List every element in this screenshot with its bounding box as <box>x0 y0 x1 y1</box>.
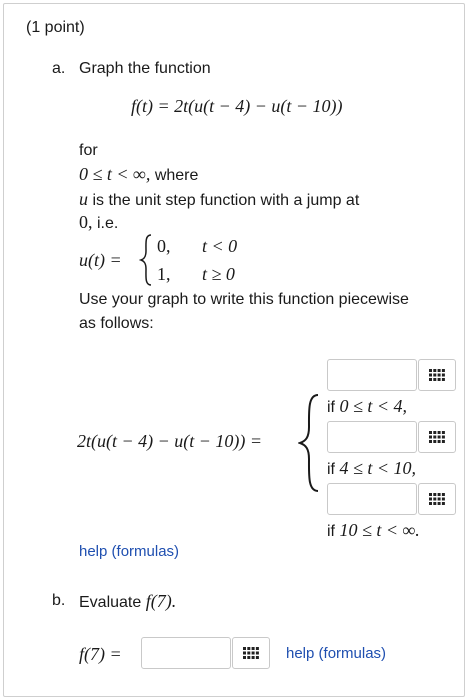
piece-3-condition: if 10 ≤ t < ∞. <box>327 520 420 542</box>
keypad-grid-icon <box>243 647 259 659</box>
part-b-answer-input[interactable] <box>141 637 231 669</box>
piece-1-range: 0 ≤ t < 4, <box>339 396 407 416</box>
function-definition: f(t) = 2t(u(t − 4) − u(t − 10)) <box>131 96 343 116</box>
unit-step-line: u is the unit step function with a jump … <box>79 189 359 211</box>
u-definition-lhs: u(t) = <box>79 250 122 270</box>
part-b-expression: f(7). <box>145 591 177 611</box>
jump-point-line: 0, i.e. <box>79 212 118 234</box>
piece-3-if: if <box>327 523 335 540</box>
u-case1-value: 0, <box>157 236 171 256</box>
part-a-label: a. <box>52 60 66 77</box>
piece-1-condition: if 0 ≤ t < 4, <box>327 396 407 418</box>
unit-step-description: is the unit step function with a jump at <box>92 192 360 209</box>
piecewise-instruction-2: as follows: <box>79 315 154 332</box>
piecewise-lhs: 2t(u(t − 4) − u(t − 10)) = <box>77 431 263 451</box>
piece-3-range: 10 ≤ t < ∞. <box>339 520 420 540</box>
piece-3-keypad-button[interactable] <box>418 483 456 515</box>
piece-2-condition: if 4 ≤ t < 10, <box>327 458 416 480</box>
part-b-keypad-button[interactable] <box>232 637 270 669</box>
for-label: for <box>79 142 98 159</box>
piece-2-if: if <box>327 461 335 478</box>
u-case2-value: 1, <box>157 264 171 284</box>
piece-2-range: 4 ≤ t < 10, <box>339 458 416 478</box>
piecewise-brace <box>298 394 319 492</box>
piece-1-keypad-button[interactable] <box>418 359 456 391</box>
part-b-label: b. <box>52 592 66 609</box>
points-label: (1 point) <box>26 19 85 36</box>
piece-1-if: if <box>327 399 335 416</box>
piece-2-keypad-button[interactable] <box>418 421 456 453</box>
keypad-grid-icon <box>429 431 445 443</box>
ie-label: i.e. <box>96 215 119 232</box>
u-variable: u <box>79 189 88 209</box>
keypad-grid-icon <box>429 493 445 505</box>
part-a-instruction: Graph the function <box>79 60 211 77</box>
piece-1-answer-input[interactable] <box>327 359 417 391</box>
u-case1-condition: t < 0 <box>202 236 238 256</box>
domain-line: 0 ≤ t < ∞, where <box>79 164 198 186</box>
u-brace <box>139 234 152 286</box>
u-case2-condition: t ≥ 0 <box>202 264 235 284</box>
part-a-help-link[interactable]: help (formulas) <box>79 543 179 560</box>
part-b-instruction: Evaluate <box>79 594 142 611</box>
part-b-question: Evaluate f(7). <box>79 591 176 613</box>
piecewise-instruction-1: Use your graph to write this function pi… <box>79 291 409 308</box>
keypad-grid-icon <box>429 369 445 381</box>
where-label: where <box>154 167 199 184</box>
piece-3-answer-input[interactable] <box>327 483 417 515</box>
domain-expression: 0 ≤ t < ∞, <box>79 164 151 184</box>
jump-point: 0, <box>79 212 93 232</box>
piece-2-answer-input[interactable] <box>327 421 417 453</box>
part-b-lhs: f(7) = <box>79 644 122 664</box>
part-b-help-link[interactable]: help (formulas) <box>286 645 386 662</box>
